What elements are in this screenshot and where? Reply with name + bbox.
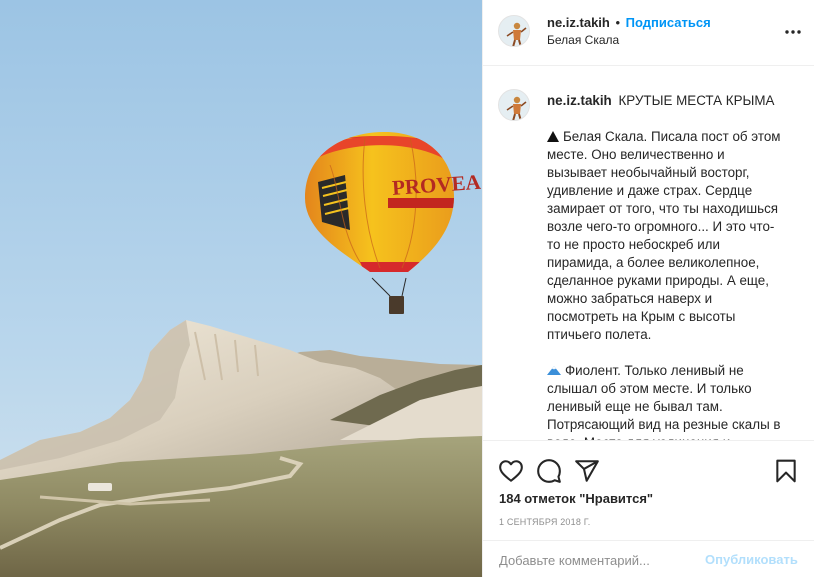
header-line: ne.iz.takih • Подписаться <box>547 14 767 31</box>
comments-area[interactable]: ne.iz.takih КРУТЫЕ МЕСТА КРЫМА Белая Ска… <box>483 67 814 440</box>
mountain-icon <box>547 131 559 142</box>
avatar[interactable] <box>498 15 530 47</box>
share-icon[interactable] <box>574 458 600 484</box>
balloon-basket <box>389 296 404 314</box>
publish-button[interactable]: Опубликовать <box>705 552 798 567</box>
caption-paragraph-1: Белая Скала. Писала пост об этом месте. … <box>547 128 787 344</box>
caption-username-link[interactable]: ne.iz.takih <box>547 93 612 108</box>
post-caption: ne.iz.takih КРУТЫЕ МЕСТА КРЫМА Белая Ска… <box>547 92 787 440</box>
caption-paragraph-1-text: Белая Скала. Писала пост об этом месте. … <box>547 129 781 342</box>
add-comment-bar: Опубликовать <box>483 540 814 577</box>
post-side-panel: ne.iz.takih • Подписаться Белая Скала ne… <box>482 0 814 577</box>
comment-icon[interactable] <box>536 458 562 484</box>
caption-avatar[interactable] <box>498 89 530 121</box>
caption-title-line: ne.iz.takih КРУТЫЕ МЕСТА КРЫМА <box>547 92 787 110</box>
heart-icon[interactable] <box>498 458 524 484</box>
caption-paragraph-2: Фиолент. Только ленивый не слышал об это… <box>547 362 787 440</box>
caption-title: КРУТЫЕ МЕСТА КРЫМА <box>618 93 775 108</box>
bus <box>88 483 112 491</box>
location-link[interactable]: Белая Скала <box>547 32 767 48</box>
post-date[interactable]: 1 сентября 2018 г. <box>499 517 590 527</box>
follow-button[interactable]: Подписаться <box>626 15 711 30</box>
mountain-snow-icon <box>547 366 561 375</box>
post-photo[interactable]: PROVEA <box>0 0 482 577</box>
more-horizontal-icon[interactable] <box>783 22 803 42</box>
instagram-post: PROVEA ne.iz.takih • Подписаться Белая С… <box>0 0 814 577</box>
header-text: ne.iz.takih • Подписаться Белая Скала <box>547 14 767 48</box>
likes-count[interactable]: 184 отметок "Нравится" <box>499 491 653 506</box>
username-link[interactable]: ne.iz.takih <box>547 15 610 30</box>
caption-paragraph-2-text: Фиолент. Только ленивый не слышал об это… <box>547 363 781 440</box>
separator-dot: • <box>615 15 621 30</box>
comment-input[interactable] <box>499 550 689 570</box>
bookmark-icon[interactable] <box>773 458 799 484</box>
post-header: ne.iz.takih • Подписаться Белая Скала <box>483 0 814 66</box>
